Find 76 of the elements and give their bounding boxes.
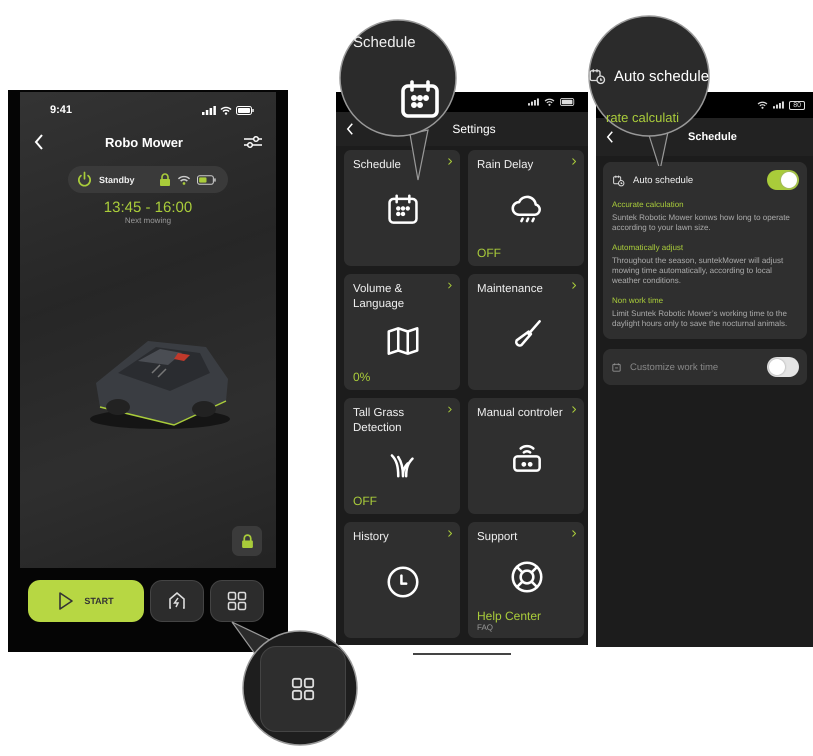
grid-icon [291, 677, 315, 701]
tile-title: Volume & Language [353, 282, 406, 312]
wifi-icon [757, 101, 768, 109]
wifi-icon [177, 174, 191, 184]
signal-icon [528, 98, 539, 106]
battery-icon [560, 98, 576, 106]
chevron-icon [448, 406, 452, 413]
tile-title: Rain Delay [477, 158, 534, 173]
tile-note: FAQ [477, 623, 494, 632]
settings-icon[interactable] [244, 135, 262, 149]
menu-button[interactable] [210, 580, 264, 622]
section-text: Throughout the season, suntekMower will adjust mowing time automatically, according to local weather conditions. [612, 256, 784, 286]
back-icon[interactable] [606, 131, 614, 143]
tile-title: Support [477, 530, 518, 545]
screen-title: Settings [452, 122, 496, 136]
calendar-clock-icon [588, 67, 606, 85]
status-time: 9:41 [50, 104, 72, 116]
home-bolt-icon [168, 591, 186, 611]
chevron-icon [572, 158, 576, 165]
calendar-clock-icon [612, 174, 625, 186]
tile-title: Manual controler [477, 406, 563, 421]
tile-value: OFF [353, 494, 378, 508]
screen-title: Schedule [688, 131, 737, 143]
chevron-icon [572, 406, 576, 413]
wifi-icon [544, 98, 555, 106]
back-icon[interactable] [346, 123, 354, 135]
section-heading: Non work time [612, 296, 664, 305]
chevron-icon [572, 530, 576, 537]
tile-title: Tall Grass Detection [353, 406, 406, 436]
chevron-icon [572, 282, 576, 289]
settings-tile[interactable]: Manual controler [468, 398, 584, 514]
tile-title: History [353, 530, 389, 545]
grid-icon [227, 591, 247, 611]
battery-icon [197, 174, 216, 184]
tile-title: Schedule [353, 158, 401, 173]
mowing-time: 13:45 - 16:00 [104, 199, 192, 216]
status-label: Standby [99, 174, 135, 184]
tile-title: Maintenance [477, 282, 543, 297]
callout-label: Auto schedule [614, 68, 710, 85]
dock-button[interactable] [150, 580, 204, 622]
lock-icon [159, 173, 171, 186]
chevron-icon [448, 282, 452, 289]
settings-tile[interactable]: Volume & Language 0% [344, 274, 460, 390]
tile-value: OFF [477, 246, 502, 260]
settings-tile[interactable]: Schedule [344, 150, 460, 266]
tile-value: Help Center [477, 609, 542, 623]
section-text: Limit Suntek Robotic Mower’s working time to the daylight hours only to save the nocturnal animals. [612, 309, 788, 329]
battery-icon [236, 106, 254, 114]
toggle-switch[interactable] [767, 170, 799, 190]
signal-icon [202, 106, 216, 114]
settings-tile[interactable]: History [344, 522, 460, 638]
chevron-icon [448, 158, 452, 165]
section-heading: Automatically adjust [612, 243, 684, 252]
signal-icon [773, 101, 784, 109]
callout-fragment: rate calculati [606, 110, 679, 125]
settings-tile[interactable]: Support Help Center FAQ [468, 522, 584, 638]
settings-tile[interactable]: Maintenance [468, 274, 584, 390]
lock-icon [240, 534, 254, 548]
start-button[interactable]: START [28, 580, 144, 622]
calendar-icon [611, 362, 622, 372]
settings-tile[interactable]: Tall Grass Detection OFF [344, 398, 460, 514]
next-mowing-label: Next mowing [124, 216, 172, 225]
callout-label: Schedule [353, 34, 416, 51]
power-icon [76, 171, 93, 188]
play-icon [58, 591, 74, 611]
setting-label: Auto schedule [633, 174, 694, 186]
wifi-icon [220, 106, 232, 114]
setting-label: Customize work time [630, 362, 720, 372]
section-text: Suntek Robotic Mower konws how long to operate according to your lawn size. [612, 213, 791, 233]
settings-tile[interactable]: Rain Delay OFF [468, 150, 584, 266]
chevron-icon [448, 530, 452, 537]
lock-button[interactable] [232, 526, 262, 556]
screen-title: Robo Mower [105, 134, 183, 150]
section-heading: Accurate calculation [612, 200, 685, 209]
back-icon[interactable] [34, 134, 44, 150]
tile-value: 0% [353, 370, 372, 384]
